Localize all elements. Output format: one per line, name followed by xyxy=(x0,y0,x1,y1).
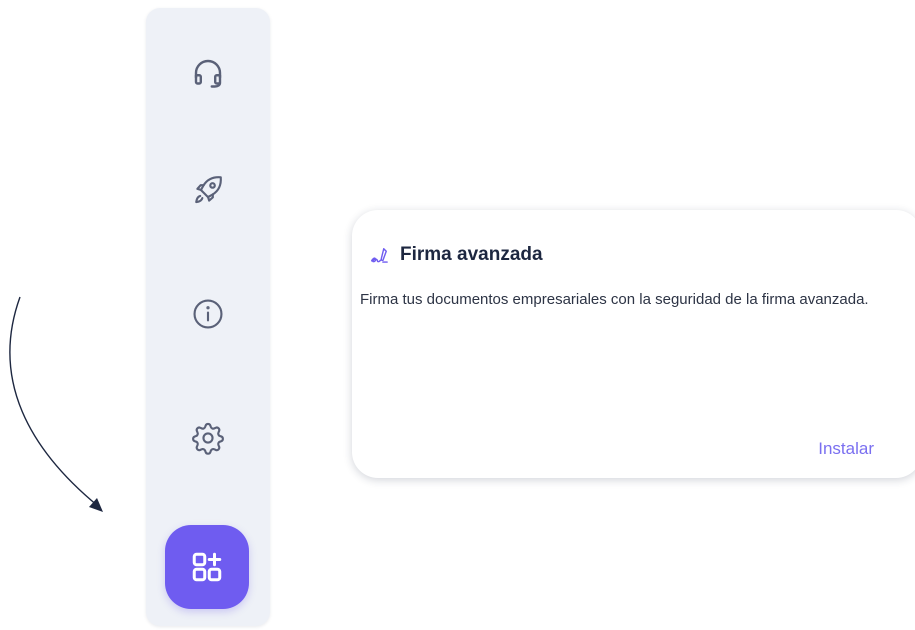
page: Firma avanzada Firma tus documentos empr… xyxy=(0,0,915,630)
info-icon xyxy=(193,299,223,329)
sidebar-item-support[interactable] xyxy=(183,48,233,98)
rocket-icon xyxy=(195,176,222,204)
headset-icon xyxy=(194,59,222,88)
sidebar xyxy=(146,8,270,626)
app-card: Firma avanzada Firma tus documentos empr… xyxy=(352,210,915,478)
apps-add-icon xyxy=(192,552,222,582)
signature-icon xyxy=(370,248,388,263)
card-description: Firma tus documentos empresariales con l… xyxy=(360,291,869,308)
card-title: Firma avanzada xyxy=(400,244,543,265)
gear-icon xyxy=(192,422,224,455)
sidebar-item-getting-started[interactable] xyxy=(183,165,233,215)
sidebar-item-settings[interactable] xyxy=(183,413,233,463)
sidebar-item-info[interactable] xyxy=(183,289,233,339)
install-link[interactable]: Instalar xyxy=(818,439,874,459)
card-header: Firma avanzada xyxy=(370,244,543,266)
apps-button[interactable] xyxy=(165,525,249,609)
